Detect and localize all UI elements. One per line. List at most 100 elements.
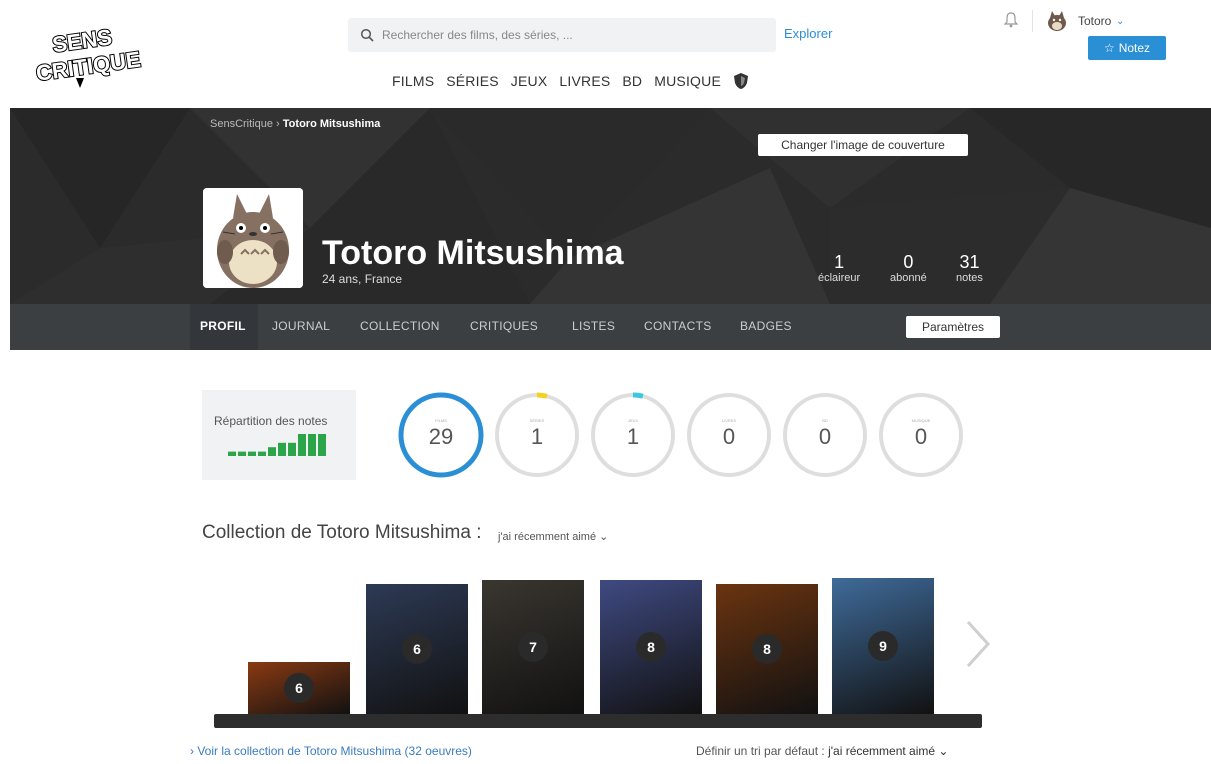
- header-divider: [1032, 10, 1033, 32]
- stat-value: 31: [959, 252, 980, 272]
- search-input[interactable]: [382, 28, 762, 42]
- explorer-link[interactable]: Explorer: [784, 26, 832, 41]
- histogram-bar: [268, 447, 276, 456]
- rating-count: 0: [914, 424, 928, 449]
- user-avatar[interactable]: [1046, 10, 1068, 32]
- cover-background: [10, 108, 1211, 304]
- chevron-right-icon[interactable]: [962, 618, 994, 670]
- notez-button[interactable]: ☆ Notez: [1088, 36, 1166, 60]
- tab-badges[interactable]: BADGES: [740, 319, 792, 333]
- rating-circle[interactable]: LIVRES 0: [686, 392, 772, 478]
- histogram-bar: [228, 451, 236, 456]
- default-sort-value: j'ai récemment aimé: [828, 744, 936, 758]
- histogram-bar: [298, 434, 306, 456]
- rating-caption: SÉRIES: [529, 418, 545, 423]
- nav-jeux[interactable]: JEUX: [511, 73, 548, 89]
- rating-circle[interactable]: JEUX 1: [590, 392, 676, 478]
- totoro-avatar-image: [203, 188, 303, 288]
- stat-value: 1: [834, 252, 845, 272]
- shelf-base: [214, 714, 982, 728]
- shield-icon[interactable]: [733, 72, 749, 90]
- histogram-bar: [288, 442, 296, 456]
- breadcrumb-root[interactable]: SensCritique: [210, 118, 273, 130]
- profile-picture[interactable]: [203, 188, 303, 288]
- collection-poster[interactable]: 7: [482, 580, 584, 714]
- rating-circle[interactable]: BD 0: [782, 392, 868, 478]
- histogram-bar: [258, 451, 266, 456]
- rating-count: 29: [428, 424, 454, 449]
- ratings-distribution-label: Répartition des notes: [214, 414, 328, 428]
- profile-name: Totoro Mitsushima: [322, 234, 624, 272]
- tab-listes[interactable]: LISTES: [572, 319, 615, 333]
- search-icon: [360, 28, 374, 42]
- nav-livres[interactable]: LIVRES: [559, 73, 610, 89]
- stat-label: abonné: [890, 272, 927, 284]
- rating-count: 1: [530, 424, 544, 449]
- tab-collection[interactable]: COLLECTION: [360, 319, 440, 333]
- histogram-bar: [248, 451, 256, 456]
- tab-journal[interactable]: JOURNAL: [272, 319, 330, 333]
- collection-poster[interactable]: 6: [248, 662, 350, 714]
- histogram-bar: [278, 442, 286, 456]
- collection-poster[interactable]: 9: [832, 578, 934, 714]
- collection-poster[interactable]: 8: [716, 584, 818, 714]
- ratings-distribution[interactable]: Répartition des notes: [202, 390, 356, 480]
- breadcrumb: SensCritique › Totoro Mitsushima: [210, 118, 380, 130]
- histogram-bar: [318, 434, 326, 456]
- stat-label: notes: [956, 272, 983, 284]
- poster-rating-badge: 8: [752, 634, 782, 664]
- star-icon: ☆: [1103, 41, 1115, 55]
- stat-notes[interactable]: 31 notes: [956, 252, 983, 284]
- senscritique-logo[interactable]: SENS CRITIQUE SENS CRITIQUE: [26, 18, 144, 90]
- change-cover-button[interactable]: Changer l'image de couverture: [758, 134, 968, 156]
- histogram-bar: [308, 434, 316, 456]
- chevron-down-icon[interactable]: ⌄: [1116, 16, 1124, 27]
- stat-abonne[interactable]: 0 abonné: [890, 252, 927, 284]
- main-nav: FILMS SÉRIES JEUX LIVRES BD MUSIQUE: [392, 72, 749, 90]
- ratings-histogram: [228, 434, 326, 456]
- tab-profil[interactable]: PROFIL: [200, 319, 246, 333]
- rating-count: 1: [626, 424, 640, 449]
- poster-rating-badge: 6: [402, 634, 432, 664]
- collection-poster[interactable]: 6: [366, 584, 468, 714]
- collection-poster[interactable]: 8: [600, 580, 702, 714]
- breadcrumb-separator: ›: [276, 118, 280, 130]
- poster-rating-badge: 9: [868, 631, 898, 661]
- rating-circle[interactable]: MUSIQUE 0: [878, 392, 964, 478]
- notification-bell-icon[interactable]: [1004, 12, 1018, 28]
- see-collection-link[interactable]: › Voir la collection de Totoro Mitsushim…: [190, 744, 472, 758]
- default-sort-dropdown[interactable]: j'ai récemment aimé ⌄: [828, 744, 948, 758]
- rating-caption: BD: [822, 418, 828, 423]
- nav-musique[interactable]: MUSIQUE: [654, 73, 721, 89]
- stat-value: 0: [903, 252, 914, 272]
- default-sort: Définir un tri par défaut : j'ai récemme…: [696, 744, 948, 758]
- rating-count: 0: [818, 424, 832, 449]
- nav-films[interactable]: FILMS: [392, 73, 434, 89]
- collection-sort-dropdown[interactable]: j'ai récemment aimé ⌄: [498, 530, 608, 543]
- rating-caption: MUSIQUE: [911, 418, 931, 423]
- poster-rating-badge: 6: [284, 673, 314, 703]
- poster-rating-badge: 7: [518, 632, 548, 662]
- notez-label: Notez: [1118, 41, 1151, 55]
- profile-subtitle: 24 ans, France: [322, 272, 403, 286]
- rating-caption: LIVRES: [721, 418, 737, 423]
- nav-series[interactable]: SÉRIES: [446, 73, 499, 89]
- tab-critiques[interactable]: CRITIQUES: [470, 319, 538, 333]
- histogram-bar: [238, 451, 246, 456]
- stat-label: éclaireur: [818, 272, 861, 284]
- chevron-down-icon: ⌄: [599, 531, 609, 543]
- collection-sort-label: j'ai récemment aimé: [498, 531, 597, 543]
- rating-circle[interactable]: FILMS 29: [398, 392, 484, 478]
- default-sort-prefix: Définir un tri par défaut :: [696, 744, 825, 758]
- username[interactable]: Totoro: [1078, 14, 1111, 28]
- parametres-button[interactable]: Paramètres: [906, 316, 1000, 338]
- search-bar[interactable]: [348, 18, 776, 52]
- rating-circle[interactable]: SÉRIES 1: [494, 392, 580, 478]
- nav-bd[interactable]: BD: [622, 73, 642, 89]
- page: SENS CRITIQUE SENS CRITIQUE Explorer FIL…: [0, 0, 1211, 764]
- rating-caption: FILMS: [435, 418, 447, 423]
- rating-caption: JEUX: [627, 418, 639, 423]
- stat-eclaireur[interactable]: 1 éclaireur: [818, 252, 860, 284]
- breadcrumb-current: Totoro Mitsushima: [282, 118, 381, 130]
- tab-contacts[interactable]: CONTACTS: [644, 319, 712, 333]
